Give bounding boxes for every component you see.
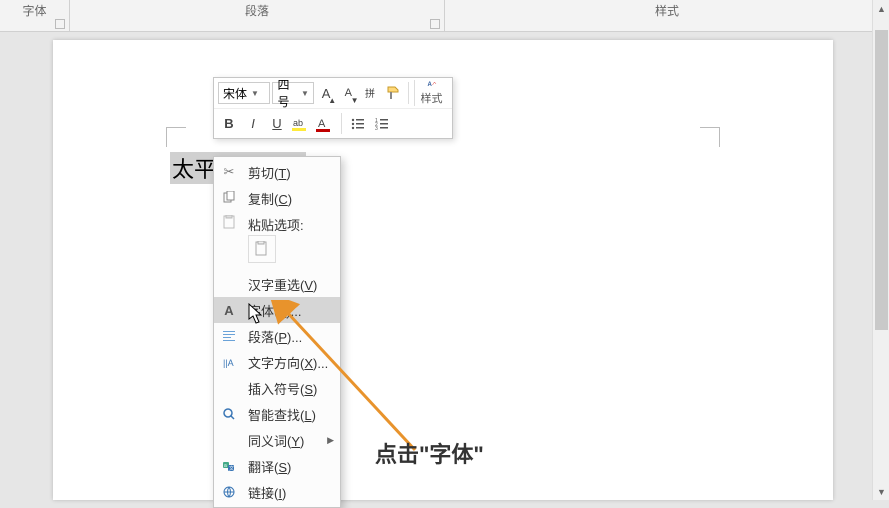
ctx-label: 段落(P)... — [248, 327, 302, 346]
cut-icon: ✂ — [218, 164, 240, 180]
ctx-label: 文字方向(X)... — [248, 353, 328, 372]
paste-icon — [218, 215, 240, 229]
font-size-value: 四号 — [277, 76, 296, 110]
scroll-thumb[interactable] — [875, 30, 888, 330]
font-name-value: 宋体 — [223, 85, 247, 102]
ctx-copy[interactable]: 复制(C) — [214, 185, 340, 211]
copy-icon — [218, 191, 240, 205]
paste-option-keep-source[interactable] — [248, 235, 276, 263]
page-corner-mark — [166, 127, 186, 147]
numbering-button[interactable]: 123 — [371, 113, 393, 135]
vertical-scrollbar[interactable]: ▲ ▼ — [872, 0, 889, 500]
ctx-label: 链接(I) — [248, 483, 286, 502]
link-icon — [218, 485, 240, 499]
ctx-link[interactable]: 链接(I) — [214, 479, 340, 505]
ctx-label: 插入符号(S) — [248, 379, 317, 398]
ctx-label: 复制(C) — [248, 189, 292, 208]
svg-text:a: a — [224, 463, 227, 469]
chevron-right-icon: ▶ — [327, 435, 334, 446]
dialog-launcher-icon[interactable] — [55, 19, 65, 29]
ctx-label: 汉字重选(V) — [248, 275, 317, 294]
svg-text:A: A — [427, 82, 432, 88]
ctx-reconvert[interactable]: 汉字重选(V) — [214, 271, 340, 297]
ribbon-groups-row: 字体 段落 样式 — [0, 0, 889, 32]
search-icon — [218, 407, 240, 421]
svg-text:拼: 拼 — [365, 87, 375, 100]
ctx-label: 同义词(Y) — [248, 431, 304, 450]
ctx-synonyms[interactable]: 同义词(Y) ▶ — [214, 427, 340, 453]
phonetic-guide-button[interactable]: 拼 — [361, 82, 381, 104]
font-color-button[interactable]: A — [314, 113, 336, 135]
ribbon-group-paragraph: 段落 — [70, 0, 445, 31]
chevron-down-icon: ▼ — [301, 89, 309, 98]
font-size-combo[interactable]: 四号 ▼ — [272, 82, 313, 104]
bold-button[interactable]: B — [218, 113, 240, 135]
ctx-text-direction[interactable]: ||A 文字方向(X)... — [214, 349, 340, 375]
ribbon-group-label: 段落 — [245, 2, 269, 19]
ctx-paragraph[interactable]: 段落(P)... — [214, 323, 340, 349]
ctx-cut[interactable]: ✂ 剪切(T) — [214, 159, 340, 185]
mini-toolbar: 宋体 ▼ 四号 ▼ A▲ A▼ 拼 A 样式 B I U ab A — [213, 77, 453, 139]
page-corner-mark — [700, 127, 720, 147]
ctx-label: 粘贴选项: — [248, 215, 304, 234]
italic-button[interactable]: I — [242, 113, 264, 135]
svg-text:3: 3 — [375, 126, 378, 132]
ctx-insert-symbol[interactable]: 插入符号(S) — [214, 375, 340, 401]
styles-button[interactable]: A 样式 — [414, 80, 448, 106]
font-name-combo[interactable]: 宋体 ▼ — [218, 82, 270, 104]
svg-text:||A: ||A — [223, 358, 234, 368]
underline-button[interactable]: U — [266, 113, 288, 135]
text-direction-icon: ||A — [218, 355, 240, 369]
translate-icon: a文 — [218, 459, 240, 473]
bullets-button[interactable] — [347, 113, 369, 135]
styles-label: 样式 — [421, 90, 443, 106]
svg-text:ab: ab — [293, 118, 303, 128]
ctx-label: 智能查找(L) — [248, 405, 316, 424]
ribbon-group-label: 字体 — [22, 2, 46, 19]
format-painter-button[interactable] — [383, 82, 403, 104]
svg-text:A: A — [318, 118, 326, 130]
font-icon: A — [218, 303, 240, 318]
context-menu: ✂ 剪切(T) 复制(C) 粘贴选项: 汉字重选(V) A 字体(F)... 段… — [213, 156, 341, 508]
chevron-down-icon: ▼ — [251, 89, 259, 98]
ctx-label: 翻译(S) — [248, 457, 291, 476]
ctx-label: 字体(F)... — [248, 301, 301, 320]
ribbon-group-font: 字体 — [0, 0, 70, 31]
scroll-up-button[interactable]: ▲ — [873, 0, 889, 17]
shrink-font-button[interactable]: A▼ — [338, 82, 358, 104]
ctx-paste-options[interactable]: 粘贴选项: — [214, 211, 340, 271]
grow-font-button[interactable]: A▲ — [316, 82, 336, 104]
scroll-down-button[interactable]: ▼ — [873, 483, 889, 500]
highlight-button[interactable]: ab — [290, 113, 312, 135]
dialog-launcher-icon[interactable] — [430, 19, 440, 29]
ribbon-group-label: 样式 — [655, 2, 679, 19]
ribbon-group-styles: 样式 — [445, 0, 889, 31]
svg-text:文: 文 — [229, 465, 234, 472]
ctx-smart-lookup[interactable]: 智能查找(L) — [214, 401, 340, 427]
paragraph-icon — [218, 329, 240, 343]
ctx-translate[interactable]: a文 翻译(S) — [214, 453, 340, 479]
ctx-label: 剪切(T) — [248, 163, 291, 182]
annotation-callout: 点击"字体" — [375, 437, 484, 469]
ctx-font[interactable]: A 字体(F)... — [214, 297, 340, 323]
